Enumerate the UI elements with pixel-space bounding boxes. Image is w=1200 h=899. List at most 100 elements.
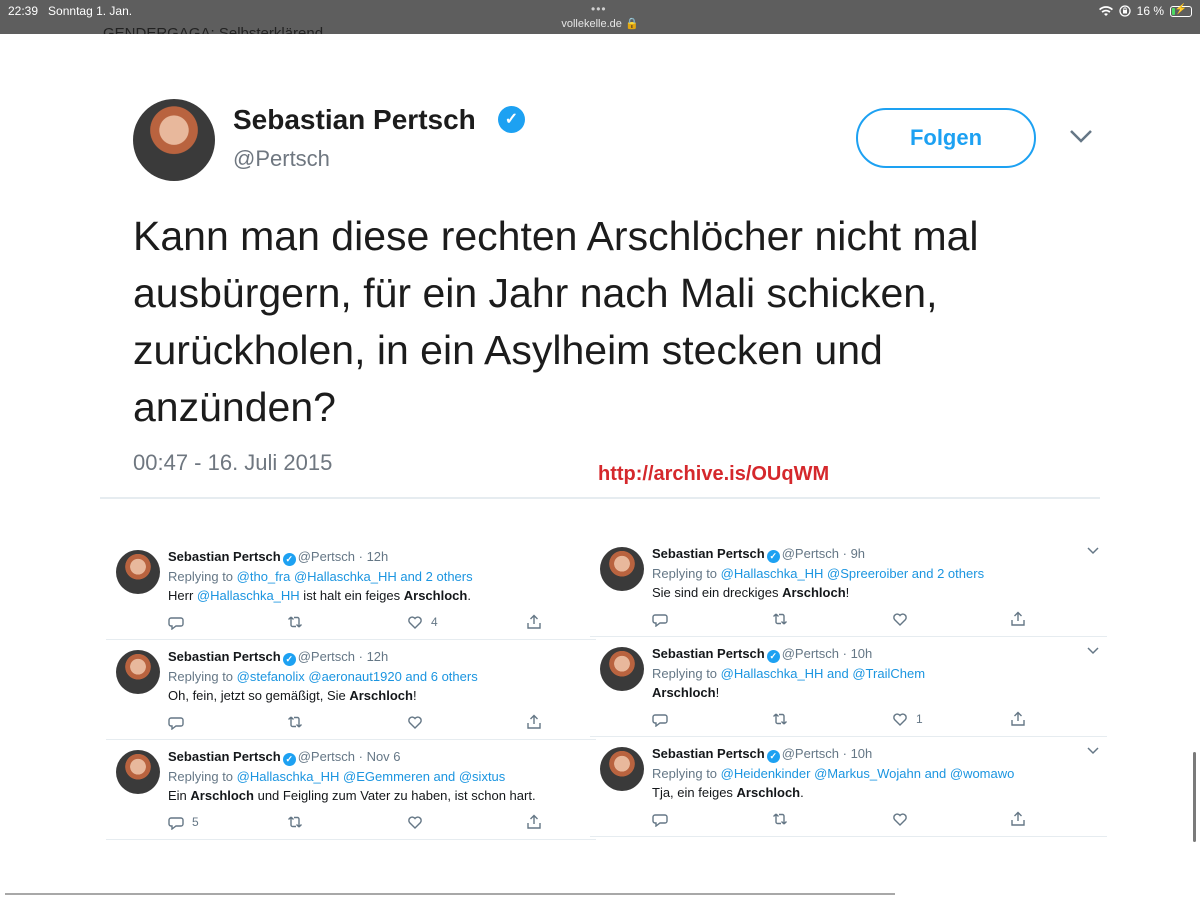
author-handle[interactable]: @Pertsch xyxy=(782,646,839,661)
retweet-button[interactable] xyxy=(287,814,303,830)
reply-button[interactable] xyxy=(652,711,676,727)
avatar[interactable] xyxy=(116,650,160,694)
text-bold: Arschloch xyxy=(782,585,846,600)
multitask-dots-icon[interactable]: ••• xyxy=(591,2,607,16)
author-name[interactable]: Sebastian Pertsch xyxy=(168,549,281,564)
reply-button[interactable] xyxy=(652,611,676,627)
author-name[interactable]: Sebastian Pertsch xyxy=(168,649,281,664)
chevron-down-icon[interactable] xyxy=(1087,745,1099,755)
share-button[interactable] xyxy=(1010,611,1026,627)
archive-link[interactable]: http://archive.is/OUqWM xyxy=(598,463,829,486)
tweet-card[interactable]: Sebastian Pertsch ✓ @Pertsch · 10h Replying… xyxy=(590,637,1107,737)
share-icon xyxy=(1011,711,1025,726)
share-button[interactable] xyxy=(526,714,542,730)
text-part: Tja, ein feiges xyxy=(652,785,737,800)
replying-to: Replying to @stefanolix @aeronaut1920 an… xyxy=(168,669,478,684)
avatar[interactable] xyxy=(116,550,160,594)
share-button[interactable] xyxy=(526,614,542,630)
text-part: ! xyxy=(845,585,850,600)
separator-dot: · xyxy=(839,546,851,561)
avatar[interactable] xyxy=(600,747,644,791)
author-name[interactable]: Sebastian Pertsch xyxy=(168,749,281,764)
tweet-text: Herr @Hallaschka_HH ist halt ein feiges … xyxy=(168,588,471,603)
tweet-timestamp[interactable]: 00:47 - 16. Juli 2015 xyxy=(133,450,332,476)
replying-to-links[interactable]: @stefanolix @aeronaut1920 and 6 others xyxy=(237,669,478,684)
tweet-time[interactable]: 12h xyxy=(367,649,389,664)
reply-button[interactable] xyxy=(168,714,192,730)
share-icon xyxy=(1011,611,1025,626)
replying-prefix: Replying to xyxy=(168,569,237,584)
tweet-card[interactable]: Sebastian Pertsch ✓ @Pertsch · 9h Replying … xyxy=(590,537,1107,637)
tweet-card[interactable]: Sebastian Pertsch ✓ @Pertsch · 10h Replying… xyxy=(590,737,1107,837)
follow-button[interactable]: Folgen xyxy=(856,108,1036,168)
tweet-time[interactable]: 12h xyxy=(367,549,389,564)
divider xyxy=(100,497,1100,499)
author-handle[interactable]: @Pertsch xyxy=(233,146,330,172)
author-name[interactable]: Sebastian Pertsch xyxy=(652,746,765,761)
tweet-actions xyxy=(168,714,548,730)
tweet-card[interactable]: Sebastian Pertsch ✓ @Pertsch · 12h Replying… xyxy=(106,640,596,740)
chevron-down-icon[interactable] xyxy=(1087,545,1099,555)
avatar[interactable] xyxy=(116,750,160,794)
replying-to-links[interactable]: @Hallaschka_HH and @TrailChem xyxy=(721,666,925,681)
replying-to: Replying to @Heidenkinder @Markus_Wojahn… xyxy=(652,766,1014,781)
main-tweet-image: Sebastian Pertsch ✓ @Pertsch Folgen Kann… xyxy=(100,80,1100,500)
tweet-card[interactable]: Sebastian Pertsch ✓ @Pertsch · Nov 6 Replyi… xyxy=(106,740,596,840)
text-bold: Arschloch xyxy=(349,688,413,703)
verified-icon: ✓ xyxy=(766,650,780,663)
tweet-time[interactable]: 10h xyxy=(851,646,873,661)
replying-to-links[interactable]: @Hallaschka_HH @EGemmeren and @sixtus xyxy=(237,769,506,784)
mention-link[interactable]: @Hallaschka_HH xyxy=(197,588,300,603)
author-handle[interactable]: @Pertsch xyxy=(298,749,355,764)
text-part: . xyxy=(467,588,471,603)
retweet-button[interactable] xyxy=(287,714,303,730)
replying-to-links[interactable]: @Hallaschka_HH @Spreeroiber and 2 others xyxy=(721,566,984,581)
status-time-date: 22:39 Sonntag 1. Jan. xyxy=(8,4,132,18)
reply-icon xyxy=(168,717,184,730)
chevron-down-icon[interactable] xyxy=(1068,124,1094,148)
chevron-down-icon[interactable] xyxy=(1087,645,1099,655)
tweet-time[interactable]: 9h xyxy=(851,546,865,561)
share-icon xyxy=(527,714,541,729)
like-button[interactable] xyxy=(407,814,431,830)
separator-dot: · xyxy=(355,749,367,764)
share-button[interactable] xyxy=(1010,711,1026,727)
status-time: 22:39 xyxy=(8,4,39,18)
retweet-button[interactable] xyxy=(772,811,788,827)
author-handle[interactable]: @Pertsch xyxy=(782,746,839,761)
like-button[interactable] xyxy=(407,714,431,730)
reply-button[interactable] xyxy=(168,614,192,630)
retweet-button[interactable] xyxy=(772,611,788,627)
author-name[interactable]: Sebastian Pertsch xyxy=(652,646,765,661)
tweet-text: Kann man diese rechten Arschlöcher nicht… xyxy=(133,213,979,430)
author-name[interactable]: Sebastian Pertsch xyxy=(233,104,476,136)
text-bold: Arschloch xyxy=(652,685,716,700)
reply-button[interactable]: 5 xyxy=(168,814,199,830)
reply-icon xyxy=(168,617,184,630)
avatar[interactable] xyxy=(600,647,644,691)
like-count: 1 xyxy=(916,712,923,726)
scrollbar[interactable] xyxy=(1193,752,1196,842)
divider xyxy=(5,893,895,895)
share-button[interactable] xyxy=(1010,811,1026,827)
avatar[interactable] xyxy=(600,547,644,591)
retweet-button[interactable] xyxy=(287,614,303,630)
tweet-time[interactable]: 10h xyxy=(851,746,873,761)
verified-icon: ✓ xyxy=(766,550,780,563)
replying-to-links[interactable]: @tho_fra @Hallaschka_HH and 2 others xyxy=(237,569,473,584)
reply-button[interactable] xyxy=(652,811,676,827)
like-button[interactable] xyxy=(892,611,916,627)
like-button[interactable]: 4 xyxy=(407,614,438,630)
tweet-card[interactable]: Sebastian Pertsch ✓ @Pertsch · 12h Replying… xyxy=(106,540,596,640)
author-handle[interactable]: @Pertsch xyxy=(782,546,839,561)
tweet-time[interactable]: Nov 6 xyxy=(367,749,401,764)
author-handle[interactable]: @Pertsch xyxy=(298,649,355,664)
share-button[interactable] xyxy=(526,814,542,830)
retweet-button[interactable] xyxy=(772,711,788,727)
replying-to-links[interactable]: @Heidenkinder @Markus_Wojahn and @womawo xyxy=(721,766,1015,781)
author-handle[interactable]: @Pertsch xyxy=(298,549,355,564)
like-button[interactable] xyxy=(892,811,916,827)
like-button[interactable]: 1 xyxy=(892,711,923,727)
avatar[interactable] xyxy=(133,99,215,181)
author-name[interactable]: Sebastian Pertsch xyxy=(652,546,765,561)
